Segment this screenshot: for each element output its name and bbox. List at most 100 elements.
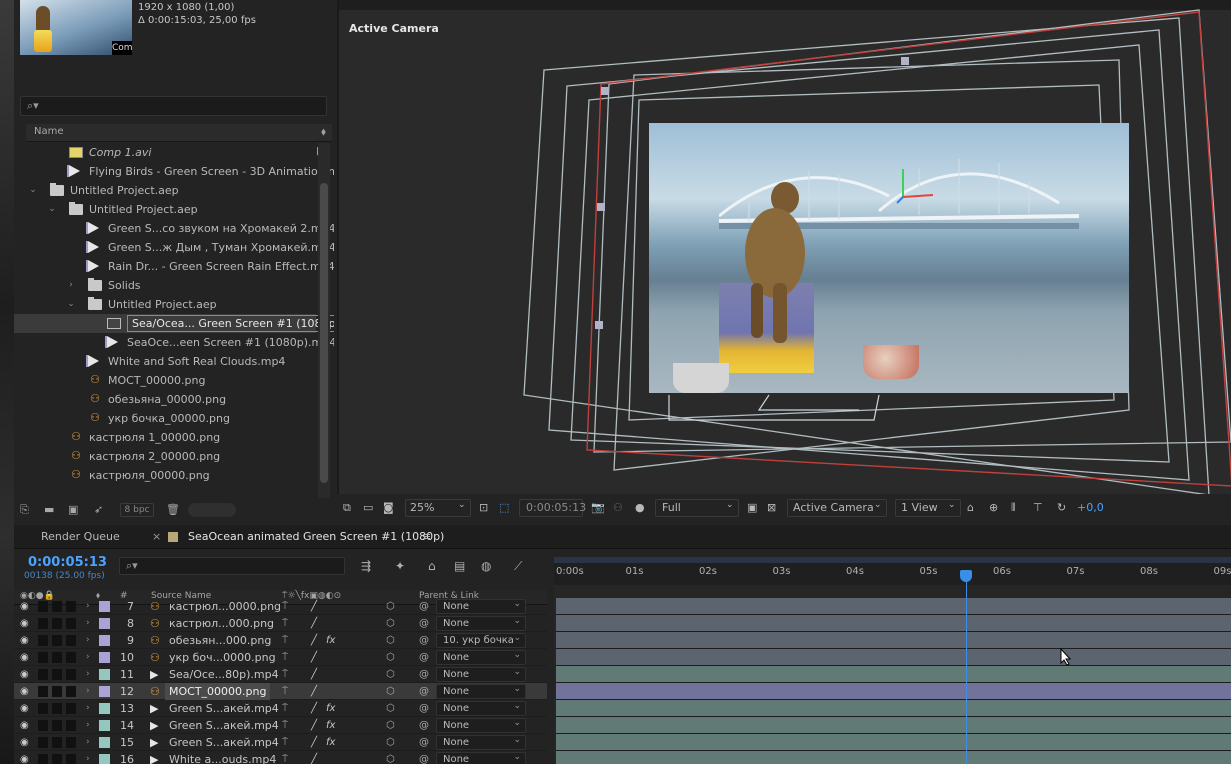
project-item[interactable]: SeaOce...een Screen #1 (1080p).mp4 <box>14 333 334 352</box>
project-item[interactable]: ⚇ обезьяна_00000.png <box>14 390 316 409</box>
quality-switch[interactable]: ╱ <box>311 751 317 764</box>
layer-row[interactable]: ◉ › 9 ⚇ обезьян...000.png ⍑ ╱ fx ⬡ @10. укр бочка <box>14 632 547 649</box>
solo-switch[interactable] <box>52 652 62 663</box>
project-item[interactable]: White and Soft Real Clouds.mp4 <box>14 352 316 371</box>
eye-icon[interactable]: ◉ <box>20 700 29 717</box>
timeline-icon[interactable]: ⫴ <box>1011 501 1016 515</box>
shy-switch[interactable]: ⍑ <box>282 632 288 649</box>
layer-row[interactable]: ◉ › 15 ▶ Green S...акей.mp4 ⍑ ╱ fx ⬡ @ None <box>14 734 547 751</box>
lock-switch[interactable] <box>66 720 76 731</box>
3d-layer-icon[interactable]: ⬡ <box>386 615 395 632</box>
layer-duration-bar[interactable] <box>556 632 1231 649</box>
chevron-right-icon[interactable]: › <box>86 734 90 751</box>
project-item[interactable]: Green S...со звуком на Хромакей 2.mp4 <box>14 219 334 238</box>
label-color-swatch[interactable] <box>99 686 110 697</box>
eye-icon[interactable]: ◉ <box>20 751 29 764</box>
layer-duration-bar[interactable] <box>556 700 1231 717</box>
label-color-swatch[interactable] <box>99 618 110 629</box>
layer-source-name[interactable]: Sea/Oce...80p).mp4 <box>169 666 279 683</box>
fast-previews-icon[interactable]: ⊕ <box>989 501 998 514</box>
parent-select[interactable]: None <box>436 751 526 764</box>
shy-switch[interactable]: ⍑ <box>282 734 288 751</box>
pick-whip-icon[interactable]: @ <box>419 598 429 615</box>
parent-select[interactable]: None <box>436 615 526 631</box>
layer-duration-bar[interactable] <box>556 751 1231 764</box>
graph-editor-icon[interactable]: ⟋ <box>514 559 522 574</box>
chevron-right-icon[interactable]: › <box>86 632 90 649</box>
pick-whip-icon[interactable]: @ <box>419 649 429 666</box>
shy-switch[interactable]: ⍑ <box>282 700 288 717</box>
lock-switch[interactable] <box>66 737 76 748</box>
layer-source-name[interactable]: МОСТ_00000.png <box>165 683 271 700</box>
tab-render-queue[interactable]: Render Queue <box>41 530 120 543</box>
quality-switch[interactable]: ╱ <box>311 615 317 632</box>
audio-switch[interactable] <box>38 669 48 680</box>
layer-row[interactable]: ◉ › 12 ⚇ МОСТ_00000.png ⍑ ╱ ⬡ @ None <box>14 683 547 700</box>
shy-switch[interactable]: ⍑ <box>282 683 288 700</box>
solo-switch[interactable] <box>52 737 62 748</box>
quality-switch[interactable]: ╱ <box>311 632 317 649</box>
interpret-footage-icon[interactable]: ⎘ <box>20 503 29 517</box>
layer-duration-bar[interactable] <box>556 683 1231 700</box>
eye-icon[interactable]: ◉ <box>20 734 29 751</box>
shy-switch[interactable]: ⍑ <box>282 717 288 734</box>
layer-source-name[interactable]: Green S...акей.mp4 <box>169 700 279 717</box>
render-icon[interactable]: ➶ <box>94 503 103 516</box>
audio-switch[interactable] <box>38 754 48 764</box>
composition-flowchart-icon[interactable]: ⇶ <box>361 559 371 573</box>
effects-switch[interactable]: fx <box>326 632 335 649</box>
layer-row[interactable]: ◉ › 7 ⚇ кастрюл...0000.png ⍑ ╱ ⬡ @ None <box>14 598 547 615</box>
color-channel-icon[interactable]: ● <box>635 501 645 514</box>
chevron-right-icon[interactable]: › <box>86 649 90 666</box>
layer-duration-bar[interactable] <box>556 598 1231 615</box>
pick-whip-icon[interactable]: @ <box>419 717 429 734</box>
layer-duration-bar[interactable] <box>556 717 1231 734</box>
pick-whip-icon[interactable]: @ <box>419 666 429 683</box>
quality-switch[interactable]: ╱ <box>311 734 317 751</box>
bit-depth-button[interactable]: 8 bpc <box>120 503 154 517</box>
quality-switch[interactable]: ╱ <box>311 666 317 683</box>
eye-icon[interactable]: ◉ <box>20 666 29 683</box>
new-comp-icon[interactable]: ▣ <box>68 503 78 516</box>
solo-switch[interactable] <box>52 601 62 612</box>
eye-icon[interactable]: ◉ <box>20 615 29 632</box>
parent-select[interactable]: 10. укр бочка <box>436 632 526 648</box>
quality-switch[interactable]: ╱ <box>311 717 317 734</box>
label-tag-icon[interactable]: ⬧ <box>321 125 326 139</box>
layer-source-name[interactable]: White a...ouds.mp4 <box>169 751 276 764</box>
project-item[interactable]: ⚇ кастрюля 1_00000.png <box>14 428 316 447</box>
viewer-timecode[interactable]: 0:00:05:13 <box>519 499 586 517</box>
parent-select[interactable]: None <box>436 683 526 699</box>
layer-row[interactable]: ◉ › 13 ▶ Green S...акей.mp4 ⍑ ╱ fx ⬡ @ None <box>14 700 547 717</box>
new-folder-icon[interactable]: ▬ <box>44 503 54 516</box>
chevron-right-icon[interactable]: › <box>66 276 76 295</box>
eye-icon[interactable]: ◉ <box>20 717 29 734</box>
audio-switch[interactable] <box>38 618 48 629</box>
tab-comp[interactable]: SeaOcean animated Green Screen #1 (1080p… <box>188 530 444 543</box>
audio-switch[interactable] <box>38 652 48 663</box>
chevron-right-icon[interactable]: › <box>86 717 90 734</box>
3d-layer-icon[interactable]: ⬡ <box>386 632 395 649</box>
layer-source-name[interactable]: кастрюл...000.png <box>169 615 274 632</box>
time-ruler[interactable]: 0:00s 01s 02s 03s 04s 05s 06s 07s 08s 09s <box>554 557 1231 585</box>
lock-switch[interactable] <box>66 652 76 663</box>
label-color-swatch[interactable] <box>99 754 110 764</box>
layer-row[interactable]: ◉ › 11 ▶ Sea/Oce...80p).mp4 ⍑ ╱ ⬡ @ None <box>14 666 547 683</box>
exposure-value[interactable]: +0,0 <box>1077 501 1104 514</box>
view-layout-select[interactable]: 1 View ⌄ <box>895 499 961 517</box>
quality-switch[interactable]: ╱ <box>311 700 317 717</box>
label-color-swatch[interactable] <box>99 737 110 748</box>
work-area-bar[interactable] <box>554 557 1231 563</box>
project-column-header[interactable]: Name ⬧ <box>26 124 332 142</box>
3d-layer-icon[interactable]: ⬡ <box>386 598 395 615</box>
pick-whip-icon[interactable]: @ <box>419 734 429 751</box>
pick-whip-icon[interactable]: @ <box>419 632 429 649</box>
audio-switch[interactable] <box>38 601 48 612</box>
flowchart-icon-2[interactable]: ⊤ <box>1033 501 1043 514</box>
label-color-swatch[interactable] <box>99 669 110 680</box>
lock-switch[interactable] <box>66 635 76 646</box>
region-icon[interactable]: ⬚ <box>499 501 509 514</box>
project-scrollbar[interactable] <box>318 143 330 498</box>
effects-switch[interactable]: fx <box>326 717 335 734</box>
pick-whip-icon[interactable]: @ <box>419 683 429 700</box>
